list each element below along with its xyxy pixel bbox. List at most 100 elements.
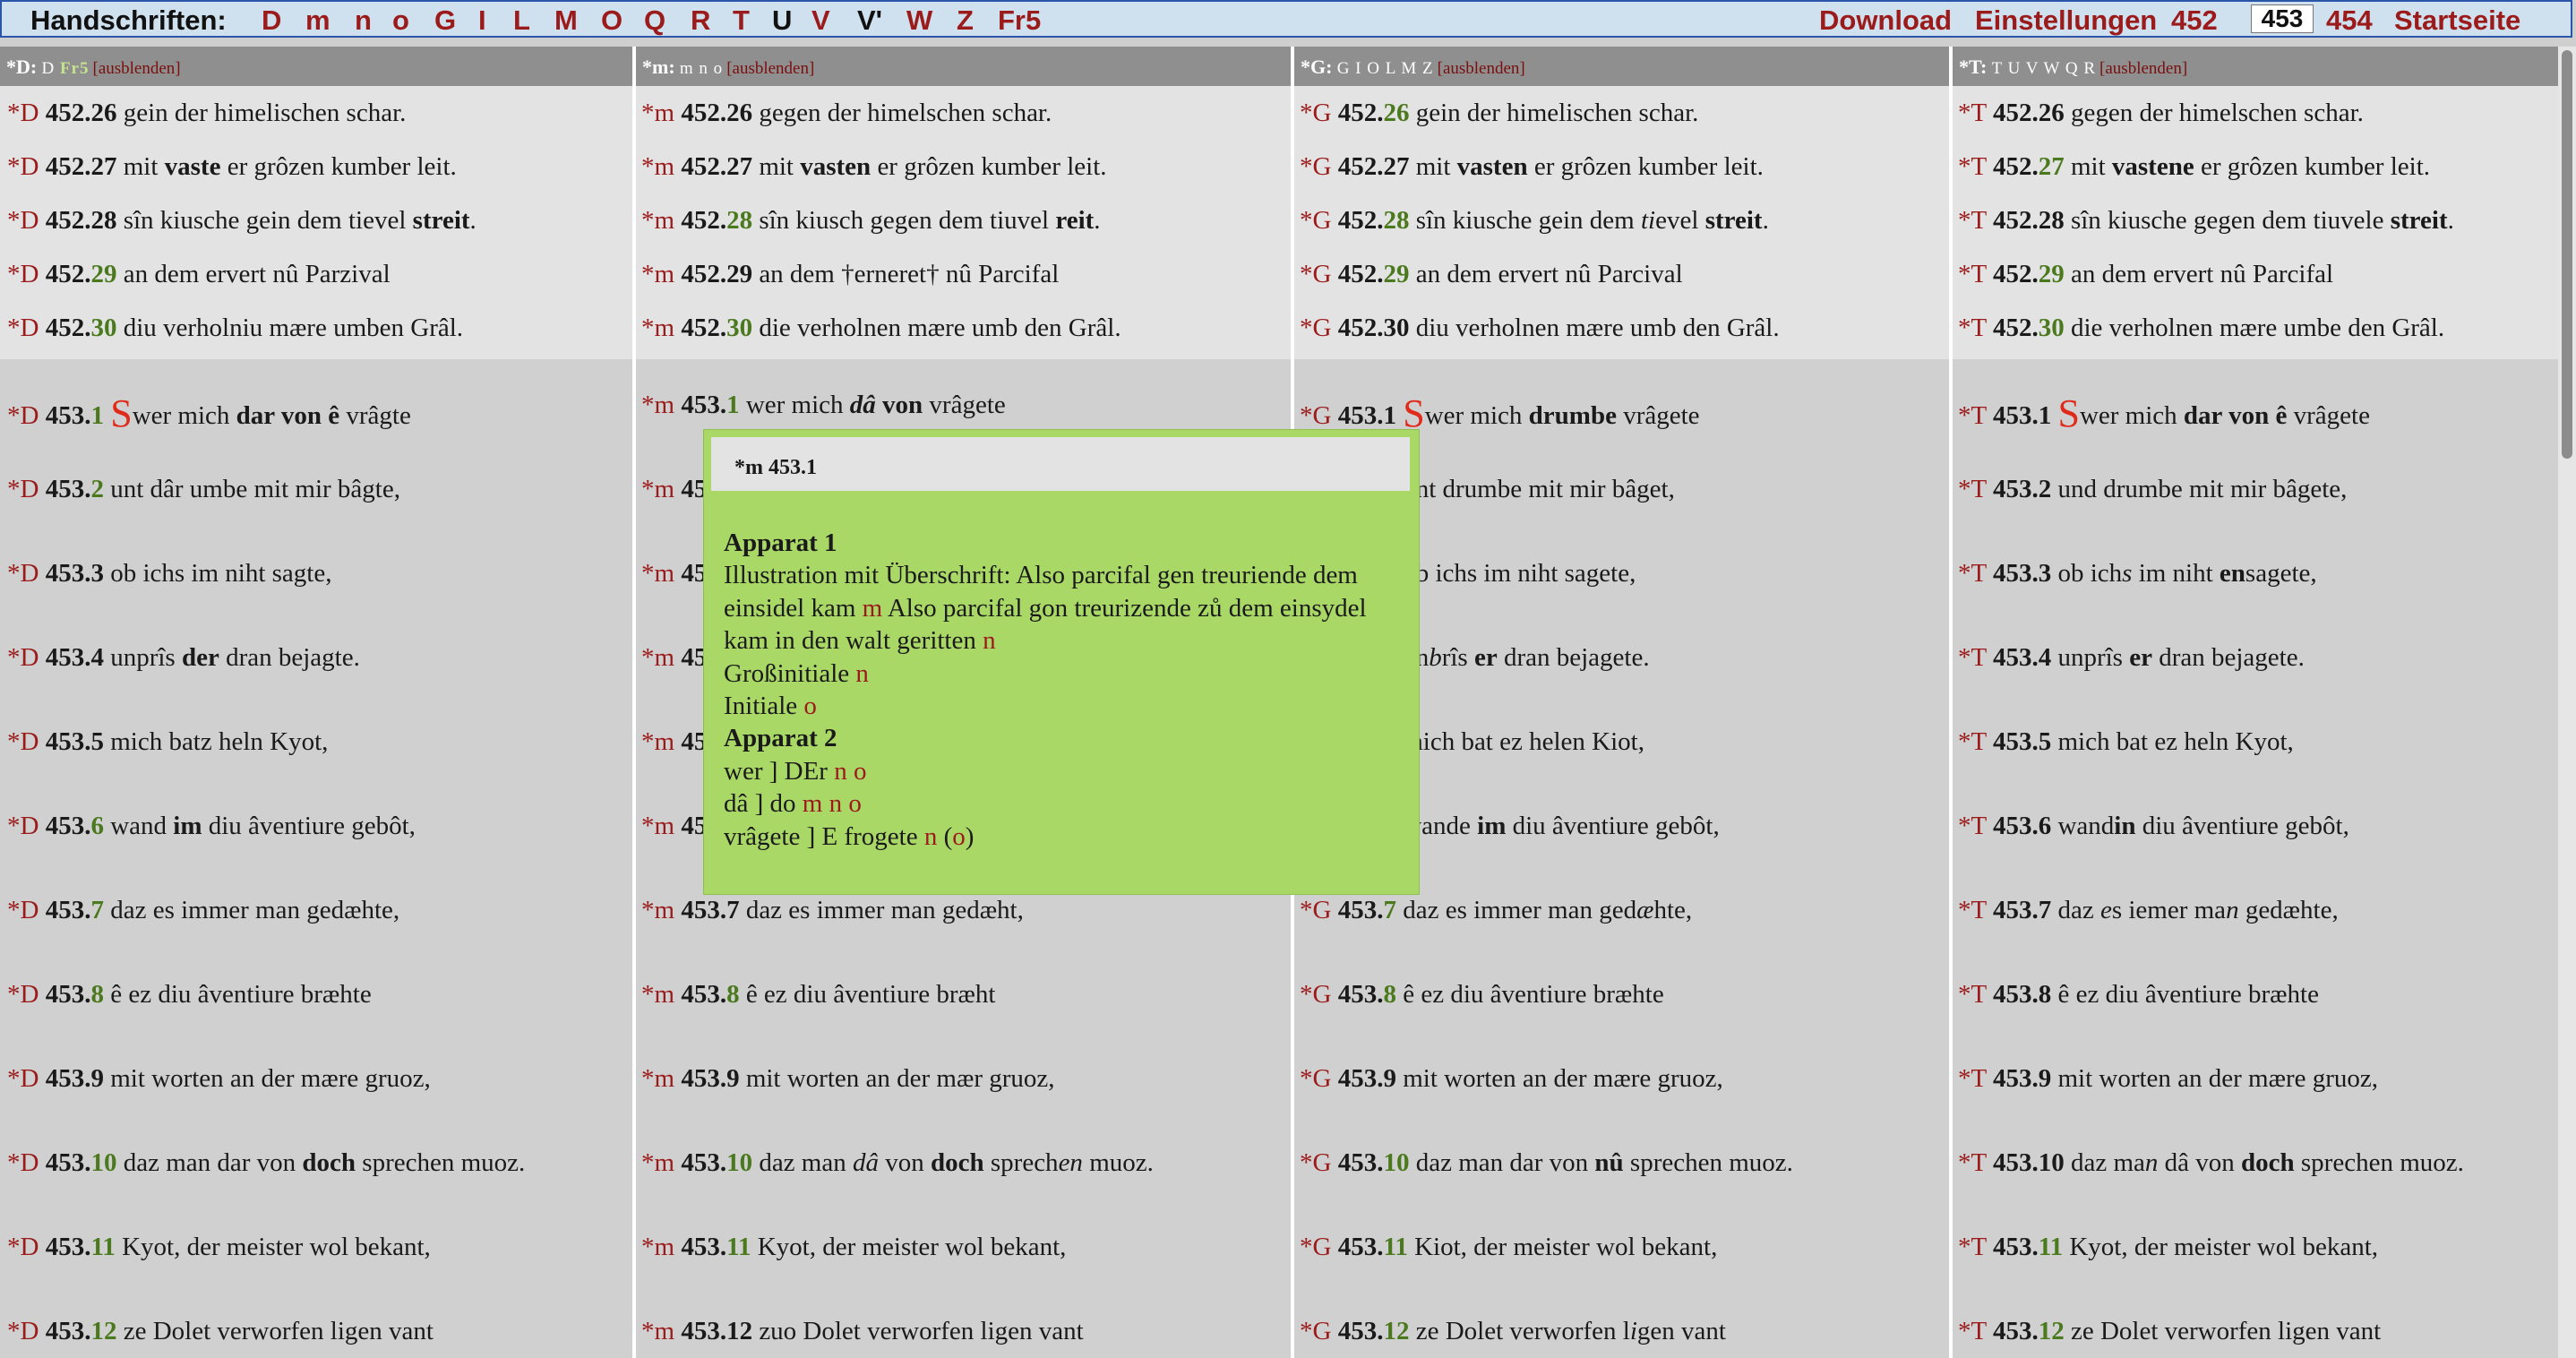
verse-number[interactable]: 453.1	[1338, 401, 1396, 430]
verse-number[interactable]: 453.2	[46, 475, 104, 503]
verse-number[interactable]: 453.10	[681, 1148, 752, 1177]
verse-number[interactable]: 453.4	[1993, 643, 2051, 672]
manuscript-siglum-link[interactable]: V'	[857, 4, 882, 37]
manuscript-siglum-link[interactable]: T	[733, 4, 750, 37]
hide-column-link[interactable]: [ausblenden]	[1438, 59, 1525, 78]
verse-number[interactable]: 453.3	[1993, 559, 2051, 588]
manuscript-siglum-link[interactable]: V	[811, 4, 830, 37]
manuscript-siglum-link[interactable]: n	[355, 4, 372, 37]
manuscript-siglum-link[interactable]: D	[262, 4, 281, 37]
verse-number[interactable]: 452.29	[681, 260, 752, 288]
verse-number[interactable]: 452.27	[1993, 152, 2065, 181]
apparatus-heading: Apparat 1	[724, 529, 837, 557]
verse-number[interactable]: 453.1	[1993, 401, 2051, 430]
manuscript-siglum-link[interactable]: L	[513, 4, 530, 37]
verse-text: daz es immer man ged	[1403, 896, 1637, 924]
verse-text: sîn kiusche gein dem	[1415, 206, 1641, 235]
verse-number[interactable]: 453.12	[46, 1317, 117, 1345]
verse-number[interactable]: 453.7	[1993, 896, 2051, 924]
verse-text: ê ez diu âventiure bræhte	[2057, 980, 2319, 1009]
page-number-input[interactable]	[2251, 4, 2314, 33]
verse-number[interactable]: 453.1	[681, 391, 739, 419]
verse-number[interactable]: 452.30	[1993, 314, 2065, 342]
verse-number[interactable]: 452.29	[1993, 260, 2065, 288]
verse-number[interactable]: 452.26	[681, 99, 752, 127]
manuscript-siglum-link[interactable]: m	[305, 4, 331, 37]
verse-number[interactable]: 452.27	[1338, 152, 1410, 181]
verse-number[interactable]: 453.11	[1338, 1233, 1408, 1261]
verse-number[interactable]: 452.27	[46, 152, 117, 181]
verse-number[interactable]: 453.11	[681, 1233, 751, 1261]
verse-number[interactable]: 453.5	[46, 727, 104, 756]
verse-number[interactable]: 452.28	[46, 206, 117, 235]
verse-line: *m 452.27 mit vasten er grôzen kumber le…	[641, 152, 1107, 182]
verse-number[interactable]: 453.11	[46, 1233, 116, 1261]
verse-number[interactable]: 453.8	[46, 980, 104, 1009]
verse-number[interactable]: 452.27	[681, 152, 752, 181]
settings-link[interactable]: Einstellungen	[1975, 4, 2157, 37]
verse-number[interactable]: 453.3	[46, 559, 104, 588]
verse-number[interactable]: 453.9	[46, 1064, 104, 1093]
verse-number-suffix: 7	[726, 896, 740, 924]
manuscript-siglum-link[interactable]: Fr5	[998, 4, 1041, 37]
verse-number[interactable]: 453.4	[46, 643, 104, 672]
verse-number[interactable]: 452.28	[1993, 206, 2065, 235]
verse-number[interactable]: 453.5	[1993, 727, 2051, 756]
manuscript-siglum-link[interactable]: R	[691, 4, 710, 37]
verse-number[interactable]: 453.8	[1338, 980, 1396, 1009]
verse-number[interactable]: 452.26	[46, 99, 117, 127]
verse-number[interactable]: 453.12	[1993, 1317, 2065, 1345]
verse-number[interactable]: 453.11	[1993, 1233, 2063, 1261]
scrollbar-thumb[interactable]	[2562, 50, 2572, 459]
edition-marker: *m	[641, 812, 675, 840]
verse-number[interactable]: 453.6	[46, 812, 104, 840]
verse-text: mit	[759, 152, 801, 181]
manuscript-siglum-link[interactable]: M	[554, 4, 578, 37]
verse-number[interactable]: 453.10	[46, 1148, 117, 1177]
prev-page-link[interactable]: 452	[2171, 4, 2218, 37]
hide-column-link[interactable]: [ausblenden]	[726, 59, 814, 78]
verse-number[interactable]: 452.30	[46, 314, 117, 342]
verse-text: er	[1473, 643, 1498, 672]
edition-marker: *D	[7, 206, 39, 235]
verse-number[interactable]: 452.26	[1338, 99, 1410, 127]
verse-number[interactable]: 453.7	[681, 896, 739, 924]
verse-number[interactable]: 453.9	[1338, 1064, 1396, 1093]
verse-number[interactable]: 453.10	[1338, 1148, 1410, 1177]
verse-number[interactable]: 453.1	[46, 401, 104, 430]
manuscript-siglum-link[interactable]: G	[434, 4, 456, 37]
verse-line: *G 453.9 mit worten an der mære gruoz,	[1300, 1064, 1723, 1094]
verse-number[interactable]: 452.28	[1338, 206, 1410, 235]
manuscript-siglum-link[interactable]: W	[906, 4, 932, 37]
verse-number[interactable]: 453.12	[681, 1317, 752, 1345]
manuscript-siglum-link[interactable]: U	[772, 4, 792, 37]
manuscript-siglum-link[interactable]: I	[478, 4, 486, 37]
hide-column-link[interactable]: [ausblenden]	[93, 59, 181, 78]
verse-number[interactable]: 452.26	[1993, 99, 2065, 127]
verse-number[interactable]: 453.6	[1993, 812, 2051, 840]
download-link[interactable]: Download	[1819, 4, 1952, 37]
verse-number[interactable]: 453.9	[1993, 1064, 2051, 1093]
verse-number[interactable]: 453.2	[1993, 475, 2051, 503]
verse-number[interactable]: 453.8	[1993, 980, 2051, 1009]
verse-number[interactable]: 452.29	[1338, 260, 1410, 288]
verse-number[interactable]: 453.10	[1993, 1148, 2065, 1177]
verse-number[interactable]: 453.9	[681, 1064, 739, 1093]
verse-number[interactable]: 452.28	[681, 206, 752, 235]
next-page-link[interactable]: 454	[2326, 4, 2373, 37]
verse-number[interactable]: 452.30	[1338, 314, 1410, 342]
verse-number[interactable]: 453.7	[46, 896, 104, 924]
home-link[interactable]: Startseite	[2394, 4, 2520, 37]
verse-number[interactable]: 453.8	[681, 980, 739, 1009]
manuscript-siglum-link[interactable]: o	[392, 4, 409, 37]
verse-number[interactable]: 452.30	[681, 314, 752, 342]
verse-text: .	[469, 206, 477, 235]
verse-number[interactable]: 452.29	[46, 260, 117, 288]
manuscript-siglum-link[interactable]: Q	[644, 4, 665, 37]
manuscript-siglum-link[interactable]: O	[601, 4, 623, 37]
manuscript-siglum-link[interactable]: Z	[957, 4, 974, 37]
verse-number[interactable]: 453.7	[1338, 896, 1396, 924]
verse-number-suffix: 26	[90, 99, 117, 127]
hide-column-link[interactable]: [ausblenden]	[2099, 59, 2187, 78]
verse-number[interactable]: 453.12	[1338, 1317, 1410, 1345]
